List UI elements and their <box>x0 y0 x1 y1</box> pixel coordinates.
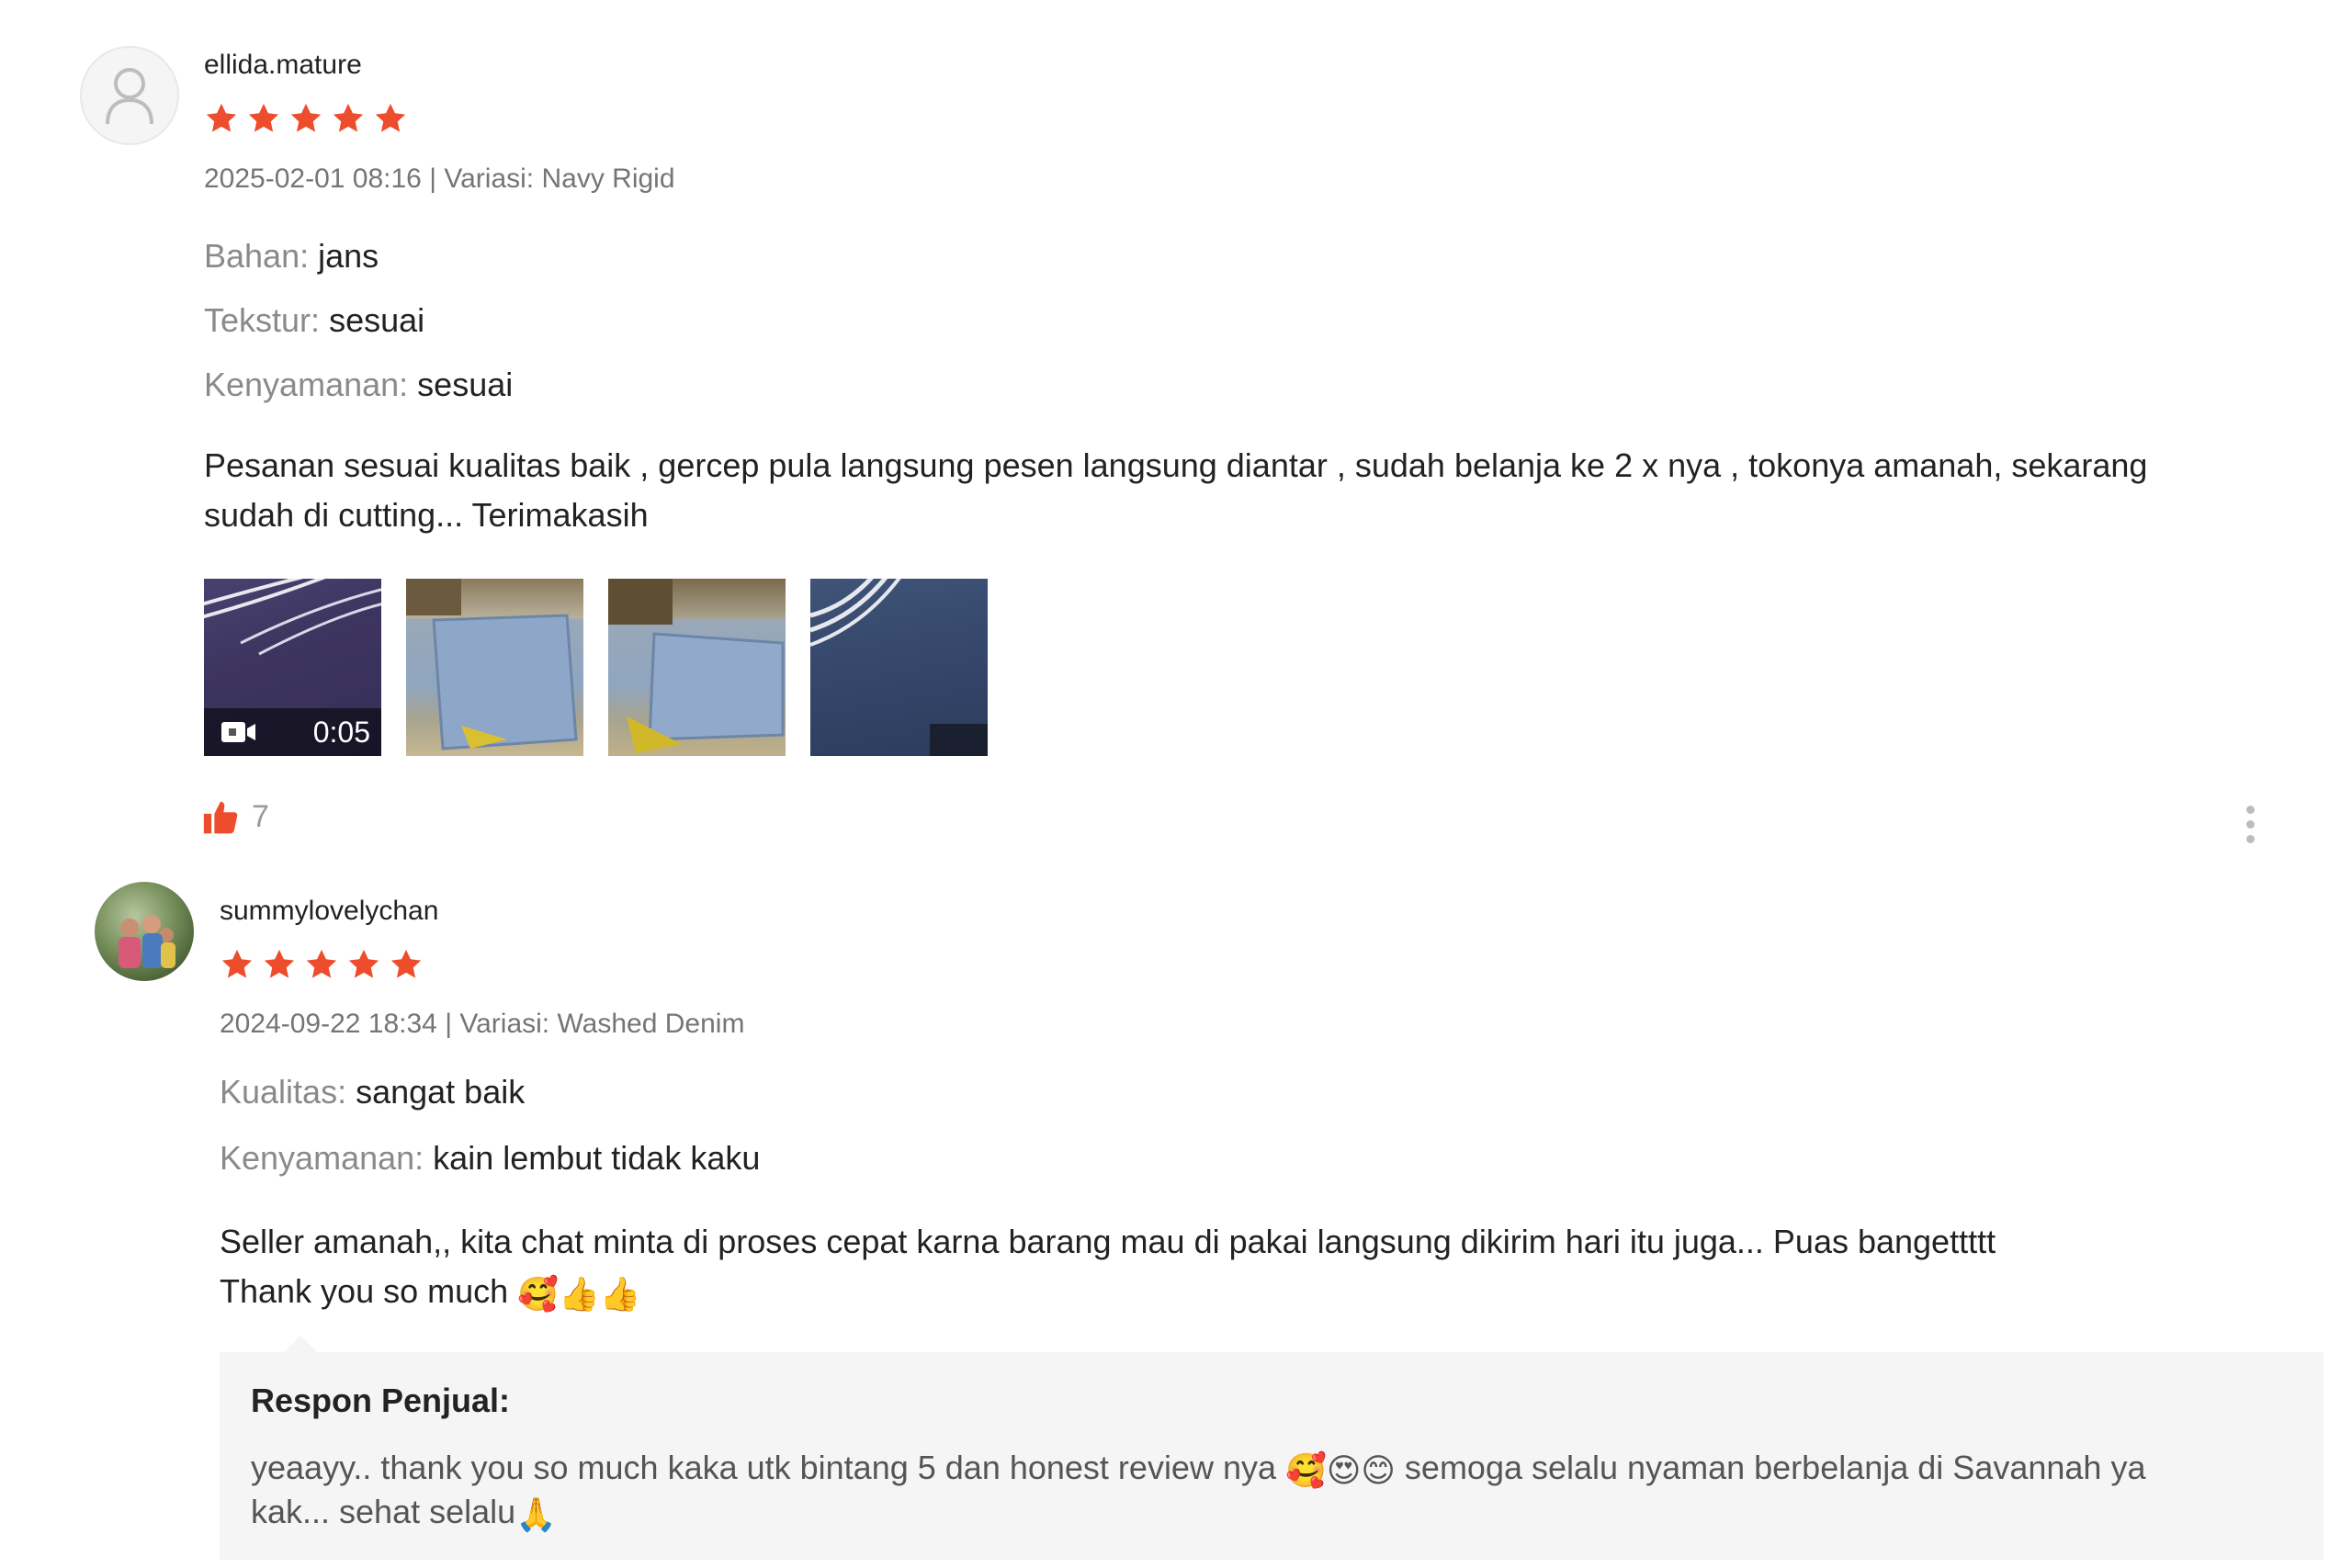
star-icon <box>375 103 406 132</box>
avatar[interactable] <box>80 46 179 145</box>
like-button[interactable]: 7 <box>202 799 269 835</box>
star-rating <box>204 101 408 136</box>
review-meta: 2025-02-01 08:16 | Variasi: Navy Rigid <box>204 164 675 194</box>
speech-caret <box>284 1336 317 1352</box>
photo-thumbnail[interactable] <box>608 579 786 756</box>
attribute-value: sesuai <box>417 366 514 403</box>
star-icon <box>221 949 253 978</box>
attribute-value: jans <box>318 237 379 275</box>
seller-response-body: yeaayy.. thank you so much kaka utk bint… <box>251 1446 2292 1534</box>
avatar-photo <box>119 915 175 968</box>
attribute-key: Kenyamanan: <box>204 366 409 403</box>
attribute-tekstur: Tekstur: sesuai <box>204 301 424 340</box>
emoji-icons: 🥰😍😊 <box>1285 1451 1396 1489</box>
attribute-kenyamanan: Kenyamanan: kain lembut tidak kaku <box>220 1139 760 1178</box>
video-thumbnail[interactable]: 0:05 <box>204 579 381 756</box>
star-icon <box>290 103 322 132</box>
attribute-kenyamanan: Kenyamanan: sesuai <box>204 366 513 404</box>
response-text: kak... sehat selalu <box>251 1493 516 1530</box>
seller-response-line: kak... sehat selalu🙏 <box>251 1490 2292 1534</box>
like-count: 7 <box>252 799 269 834</box>
comment-line: Pesanan sesuai kualitas baik , gercep pu… <box>204 446 2148 484</box>
seller-response-line: yeaayy.. thank you so much kaka utk bint… <box>251 1446 2292 1490</box>
attribute-bahan: Bahan: jans <box>204 237 379 276</box>
attribute-key: Tekstur: <box>204 301 321 339</box>
more-options-icon[interactable] <box>2246 806 2257 843</box>
thumbs-up-icon <box>203 801 238 833</box>
comment-line: Seller amanah,, kita chat minta di prose… <box>220 1223 1996 1260</box>
reviewer-username[interactable]: ellida.mature <box>204 50 362 81</box>
user-placeholder-icon <box>106 68 153 125</box>
video-camera-icon <box>221 722 255 742</box>
attribute-key: Kenyamanan: <box>220 1139 424 1177</box>
review-media: 0:05 <box>204 579 988 756</box>
comment-line-2: Thank you so much 🥰👍👍 <box>220 1267 2305 1316</box>
avatar[interactable] <box>95 882 194 981</box>
emoji-icons: 🙏 <box>515 1495 557 1533</box>
star-icon <box>333 103 364 132</box>
review-comment: Seller amanah,, kita chat minta di prose… <box>220 1217 2305 1316</box>
comment-text: Thank you so much <box>220 1272 509 1310</box>
photo-content <box>406 579 578 750</box>
response-text: semoga selalu nyaman berbelanja di Savan… <box>1404 1449 2146 1486</box>
photo-thumbnail[interactable] <box>406 579 583 756</box>
attribute-key: Kualitas: <box>220 1073 347 1111</box>
star-icon <box>348 949 379 978</box>
attribute-value: sangat baik <box>356 1073 526 1111</box>
star-icon <box>264 949 295 978</box>
attribute-key: Bahan: <box>204 237 310 275</box>
attribute-kualitas: Kualitas: sangat baik <box>220 1073 525 1111</box>
star-icon <box>390 949 422 978</box>
reviewer-username[interactable]: summylovelychan <box>220 896 438 927</box>
photo-content <box>608 579 785 753</box>
emoji-icons: 🥰👍👍 <box>517 1275 641 1313</box>
response-text: yeaayy.. thank you so much kaka utk bint… <box>251 1449 1276 1486</box>
review-meta: 2024-09-22 18:34 | Variasi: Washed Denim <box>220 1009 745 1039</box>
photo-content <box>810 579 988 756</box>
seller-response: Respon Penjual: yeaayy.. thank you so mu… <box>220 1336 2324 1560</box>
comment-line: sudah di cutting... Terimakasih <box>204 496 649 534</box>
seller-response-title: Respon Penjual: <box>251 1382 511 1419</box>
attribute-value: sesuai <box>329 301 425 339</box>
star-icon <box>306 949 337 978</box>
star-icon <box>248 103 279 132</box>
video-badge: 0:05 <box>204 708 381 756</box>
review-comment: Pesanan sesuai kualitas baik , gercep pu… <box>204 441 2290 540</box>
attribute-value: kain lembut tidak kaku <box>433 1139 761 1177</box>
star-rating <box>220 947 424 982</box>
video-duration: 0:05 <box>312 715 370 749</box>
star-icon <box>206 103 237 132</box>
photo-thumbnail[interactable] <box>810 579 988 756</box>
